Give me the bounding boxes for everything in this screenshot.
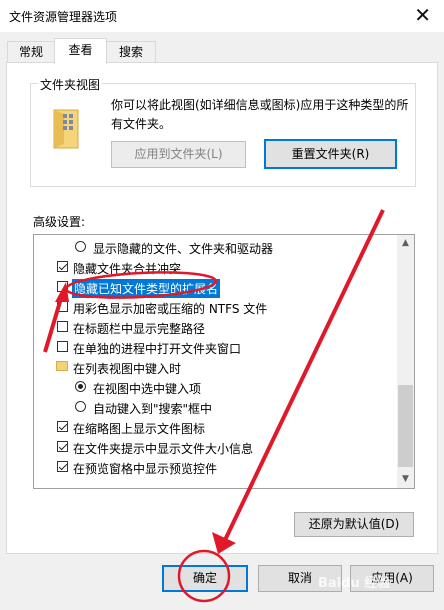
checkbox[interactable]	[57, 461, 68, 472]
checkbox[interactable]	[57, 321, 68, 332]
checkbox[interactable]	[57, 421, 68, 432]
ok-button[interactable]: 确定	[162, 565, 248, 592]
list-item[interactable]: 隐藏文件夹合并冲突	[34, 257, 396, 277]
list-item-label: 在预览窗格中显示预览控件	[73, 462, 218, 476]
list-item-label: 在视图中选中键入项	[93, 382, 202, 396]
list-item-label: 在缩略图上显示文件图标	[73, 422, 206, 436]
radio-button[interactable]	[75, 241, 86, 252]
close-icon[interactable]: ✕	[414, 3, 431, 27]
list-item[interactable]: 显示隐藏的文件、文件夹和驱动器	[34, 237, 396, 257]
list-item-label: 隐藏已知文件类型的扩展名	[72, 279, 221, 298]
tab-view[interactable]: 查看	[54, 38, 107, 64]
list-item-label: 在列表视图中键入时	[73, 362, 182, 376]
vertical-scrollbar[interactable]: ▲ ▼	[397, 235, 414, 488]
folder-view-description: 你可以将此视图(如详细信息或图标)应用于这种类型的所有文件夹。	[111, 98, 409, 131]
list-item: 在列表视图中键入时	[34, 357, 396, 377]
watermark: Baidu 经验	[318, 576, 391, 591]
list-item[interactable]: 在单独的进程中打开文件夹窗口	[34, 337, 396, 357]
checkbox[interactable]	[57, 441, 68, 452]
checkbox[interactable]	[57, 301, 68, 312]
list-item-label: 在标题栏中显示完整路径	[73, 322, 206, 336]
list-item-label: 用彩色显示加密或压缩的 NTFS 文件	[73, 302, 268, 316]
apply-to-folders-button[interactable]: 应用到文件夹(L)	[111, 141, 246, 168]
reset-folders-button[interactable]: 重置文件夹(R)	[264, 139, 397, 169]
checkbox[interactable]	[57, 281, 68, 292]
folder-icon	[56, 361, 68, 371]
tab-search[interactable]: 搜索	[106, 41, 156, 62]
list-item-label: 在文件夹提示中显示文件大小信息	[73, 442, 254, 456]
tab-general[interactable]: 常规	[7, 41, 55, 62]
radio-button[interactable]	[75, 381, 86, 392]
list-item-label: 显示隐藏的文件、文件夹和驱动器	[93, 242, 274, 256]
folder-view-icon	[53, 109, 79, 149]
scroll-down-icon[interactable]: ▼	[397, 471, 414, 488]
scroll-thumb[interactable]	[398, 385, 413, 467]
radio-button[interactable]	[75, 401, 86, 412]
list-item-label: 在单独的进程中打开文件夹窗口	[73, 342, 242, 356]
checkbox[interactable]	[57, 261, 68, 272]
restore-defaults-button[interactable]: 还原为默认值(D)	[294, 512, 414, 537]
checkbox[interactable]	[57, 341, 68, 352]
list-item[interactable]: 在预览窗格中显示预览控件	[34, 457, 396, 477]
list-item[interactable]: 在标题栏中显示完整路径	[34, 317, 396, 337]
scroll-up-icon[interactable]: ▲	[397, 235, 414, 252]
list-item[interactable]: 在缩略图上显示文件图标	[34, 417, 396, 437]
list-item-label: 隐藏文件夹合并冲突	[73, 262, 182, 276]
list-item[interactable]: 在视图中选中键入项	[34, 377, 396, 397]
advanced-settings-label: 高级设置:	[33, 215, 86, 229]
folder-view-legend: 文件夹视图	[38, 76, 103, 93]
advanced-settings-list[interactable]: 显示隐藏的文件、文件夹和驱动器 隐藏文件夹合并冲突 隐藏已知文件类型的扩展名 用…	[33, 234, 415, 489]
list-item-label: 自动键入到"搜索"框中	[93, 402, 213, 416]
title-bar: 文件资源管理器选项 ✕	[0, 0, 444, 32]
window-title: 文件资源管理器选项	[9, 10, 118, 24]
list-item[interactable]: 自动键入到"搜索"框中	[34, 397, 396, 417]
list-item[interactable]: 在文件夹提示中显示文件大小信息	[34, 437, 396, 457]
list-item[interactable]: 用彩色显示加密或压缩的 NTFS 文件	[34, 297, 396, 317]
list-item-highlighted[interactable]: 隐藏已知文件类型的扩展名	[34, 277, 396, 298]
